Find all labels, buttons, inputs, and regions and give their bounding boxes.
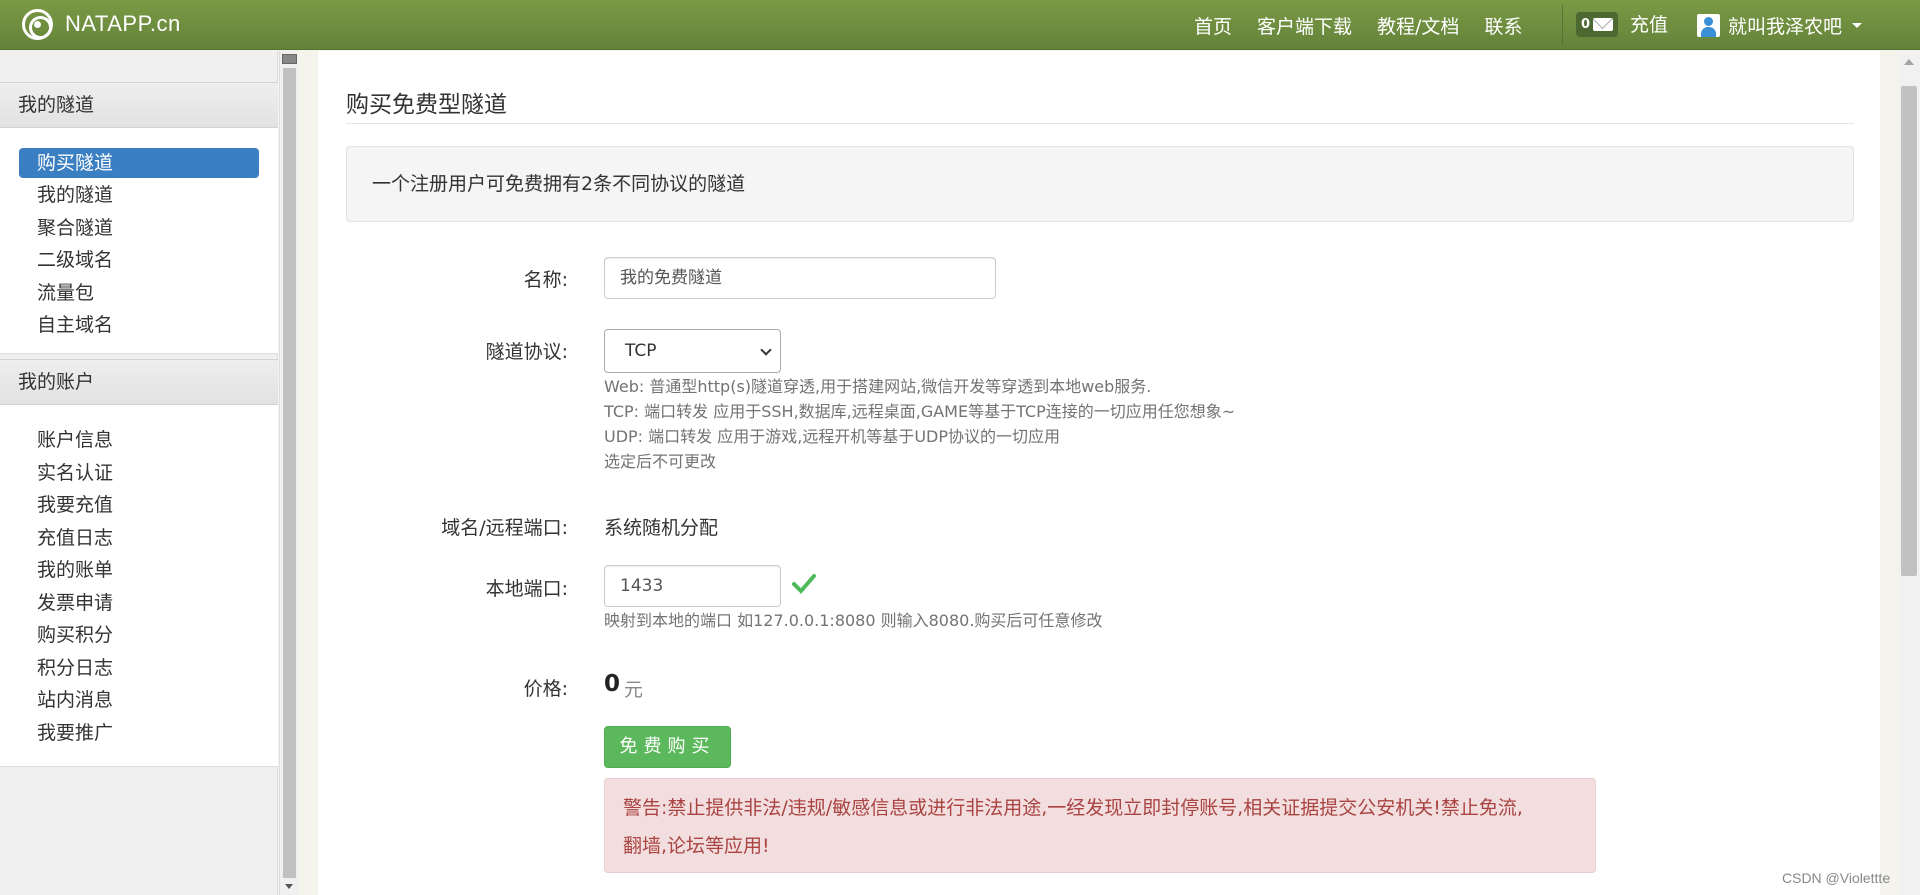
username: 就叫我泽农吧: [1728, 15, 1843, 38]
free-buy-button[interactable]: 免费购买: [604, 726, 731, 768]
sidebar-scroll-thumb[interactable]: [283, 68, 296, 878]
scroll-top-icon[interactable]: [282, 54, 297, 64]
sidebar-item-custom-domains[interactable]: 自主域名: [19, 310, 259, 340]
nav-download-link[interactable]: 客户端下载: [1257, 12, 1352, 39]
sidebar-item-points-log[interactable]: 积分日志: [19, 653, 259, 683]
nav-divider: [1562, 5, 1563, 45]
price-unit: 元: [624, 679, 644, 701]
protocol-help-web: Web: 普通型http(s)隧道穿透,用于搭建网站,微信开发等穿透到本地web…: [604, 377, 1152, 396]
protocol-selected-value: TCP: [625, 341, 657, 361]
sidebar-tunnel-list: 购买隧道 我的隧道 聚合隧道 二级域名 流量包 自主域名: [0, 128, 278, 354]
sidebar-item-verification[interactable]: 实名认证: [19, 458, 259, 488]
warning-text-line2: 翻墙,论坛等应用!: [623, 835, 770, 857]
sidebar-item-account-info[interactable]: 账户信息: [19, 425, 259, 455]
sidebar-section-tunnels[interactable]: 我的隧道: [0, 82, 278, 128]
brand[interactable]: NATAPP.cn: [22, 6, 181, 42]
local-port-help: 映射到本地的端口 如127.0.0.1:8080 则输入8080.购买后可任意修…: [604, 611, 1103, 630]
sidebar-item-recharge[interactable]: 我要充值: [19, 490, 259, 520]
sidebar-item-buy-points[interactable]: 购买积分: [19, 620, 259, 650]
price-value: 0: [604, 671, 621, 697]
sidebar-item-invoice[interactable]: 发票申请: [19, 588, 259, 618]
sidebar-item-subdomains[interactable]: 二级域名: [19, 245, 259, 275]
nav-contact-link[interactable]: 联系: [1484, 12, 1522, 39]
sidebar-section-account[interactable]: 我的账户: [0, 359, 278, 405]
warning-alert: 警告:禁止提供非法/违规/敏感信息或进行非法用途,一经发现立即封停账号,相关证据…: [604, 778, 1596, 873]
name-label: 名称:: [523, 269, 568, 291]
chevron-down-icon: [760, 344, 772, 356]
recharge-link[interactable]: 充值: [1630, 0, 1668, 50]
sidebar-item-traffic-packs[interactable]: 流量包: [19, 278, 259, 308]
caret-down-icon: [1852, 22, 1863, 28]
protocol-label: 隧道协议:: [485, 341, 568, 363]
local-port-input[interactable]: 1433: [604, 565, 781, 607]
title-divider: [346, 123, 1854, 124]
scroll-up-arrow-icon[interactable]: [1904, 59, 1914, 65]
envelope-icon: [1593, 18, 1614, 31]
nav-home-link[interactable]: 首页: [1194, 12, 1232, 39]
protocol-help-udp: UDP: 端口转发 应用于游戏,远程开机等基于UDP协议的一切应用: [604, 427, 1061, 446]
nav-docs-link[interactable]: 教程/文档: [1377, 12, 1459, 39]
page-scrollbar[interactable]: [1898, 51, 1920, 895]
scroll-down-arrow-icon[interactable]: [285, 884, 293, 889]
sidebar-item-messages[interactable]: 站内消息: [19, 685, 259, 715]
sidebar-account-list: 账户信息 实名认证 我要充值 充值日志 我的账单 发票申请 购买积分 积分日志 …: [0, 405, 278, 767]
nav-links: 首页 客户端下载 教程/文档 联系: [1194, 0, 1547, 50]
sidebar-item-bills[interactable]: 我的账单: [19, 555, 259, 585]
page-scroll-thumb[interactable]: [1901, 86, 1917, 576]
messages-button[interactable]: 0: [1576, 12, 1618, 37]
domain-port-label: 域名/远程端口:: [441, 517, 568, 539]
user-dropdown[interactable]: 就叫我泽农吧: [1697, 0, 1863, 50]
user-icon: [1697, 13, 1720, 37]
price-label: 价格:: [523, 678, 568, 700]
protocol-help: Web: 普通型http(s)隧道穿透,用于搭建网站,微信开发等穿透到本地web…: [604, 374, 1504, 474]
sidebar-item-my-tunnels[interactable]: 我的隧道: [19, 180, 259, 210]
protocol-help-note: 选定后不可更改: [604, 452, 717, 471]
main-panel: 购买免费型隧道 一个注册用户可免费拥有2条不同协议的隧道 名称: 我的免费隧道 …: [318, 51, 1880, 895]
protocol-select[interactable]: TCP: [604, 329, 781, 373]
sidebar-scrollbar[interactable]: [279, 51, 298, 895]
local-port-label: 本地端口:: [485, 578, 568, 600]
brand-name: NATAPP.cn: [65, 11, 181, 36]
natapp-logo-icon: [22, 8, 53, 40]
valid-check-icon: [792, 574, 816, 594]
sidebar: 我的隧道 购买隧道 我的隧道 聚合隧道 二级域名 流量包 自主域名 我的账户 账…: [0, 51, 278, 895]
free-tunnel-notice: 一个注册用户可免费拥有2条不同协议的隧道: [346, 146, 1854, 222]
sidebar-item-recharge-log[interactable]: 充值日志: [19, 523, 259, 553]
sidebar-item-buy-tunnel[interactable]: 购买隧道: [19, 148, 259, 178]
domain-port-value: 系统随机分配: [604, 517, 719, 539]
tunnel-name-input[interactable]: 我的免费隧道: [604, 257, 996, 299]
sidebar-item-aggregate-tunnels[interactable]: 聚合隧道: [19, 213, 259, 243]
warning-text-line1: 警告:禁止提供非法/违规/敏感信息或进行非法用途,一经发现立即封停账号,相关证据…: [623, 797, 1523, 819]
page-title: 购买免费型隧道: [346, 92, 507, 118]
message-count: 0: [1580, 17, 1591, 32]
top-navbar: NATAPP.cn 首页 客户端下载 教程/文档 联系 0 充值 就叫我泽农吧: [0, 0, 1920, 50]
protocol-help-tcp: TCP: 端口转发 应用于SSH,数据库,远程桌面,GAME等基于TCP连接的一…: [604, 402, 1236, 421]
sidebar-item-referral[interactable]: 我要推广: [19, 718, 259, 748]
watermark: CSDN @Violettte: [1782, 870, 1891, 886]
